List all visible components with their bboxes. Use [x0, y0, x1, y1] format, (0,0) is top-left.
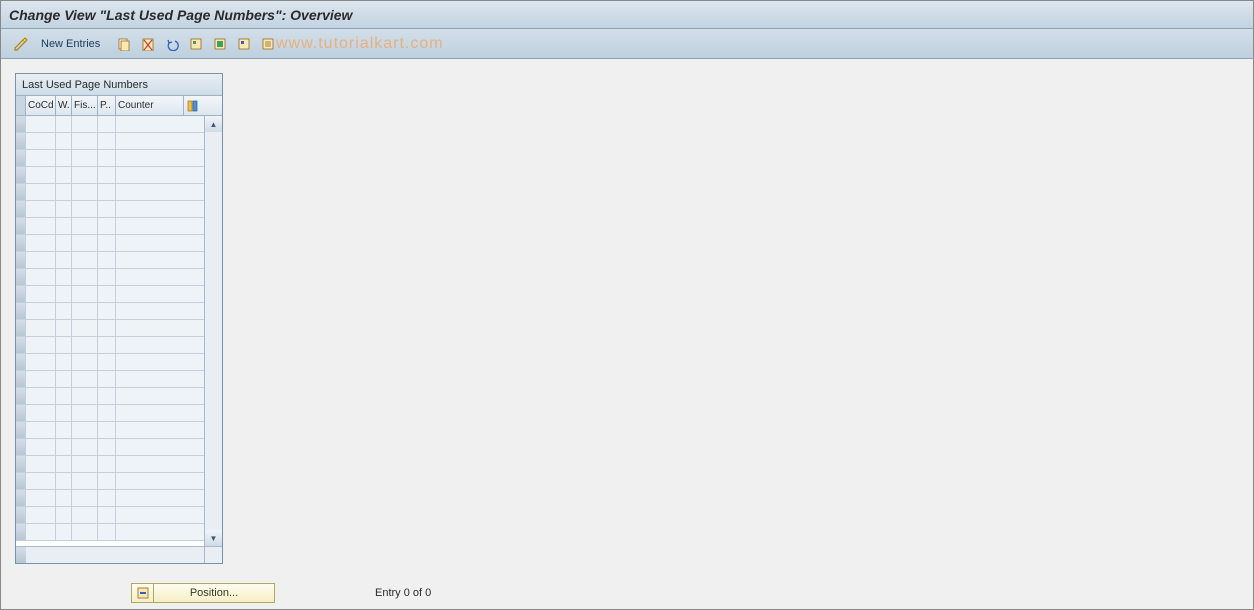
table-row[interactable] [16, 439, 204, 456]
delete-icon[interactable] [138, 34, 158, 54]
table-row[interactable] [16, 337, 204, 354]
table-panel: Last Used Page Numbers CoCd W. Fis... P.… [15, 73, 223, 564]
application-toolbar: New Entries www.tutorialkart.com [1, 29, 1253, 59]
entry-status: Entry 0 of 0 [375, 587, 431, 599]
table-row[interactable] [16, 388, 204, 405]
table-row[interactable] [16, 218, 204, 235]
column-header-p[interactable]: P.. [98, 96, 116, 115]
table-row[interactable] [16, 303, 204, 320]
table-header-row: CoCd W. Fis... P.. Counter [16, 96, 222, 116]
table-row[interactable] [16, 320, 204, 337]
table-row[interactable] [16, 252, 204, 269]
table-row[interactable] [16, 116, 204, 133]
select-block-icon[interactable] [210, 34, 230, 54]
scroll-down-icon[interactable]: ▼ [205, 530, 222, 546]
position-button[interactable]: Position... [131, 583, 275, 603]
vertical-scrollbar[interactable]: ▲ ▼ [204, 116, 222, 546]
column-header-fis[interactable]: Fis... [72, 96, 98, 115]
select-all-icon[interactable] [186, 34, 206, 54]
watermark-text: www.tutorialkart.com [276, 35, 444, 53]
table-row[interactable] [16, 133, 204, 150]
print-icon[interactable] [258, 34, 278, 54]
table-settings-icon[interactable] [184, 96, 202, 115]
page-title: Change View "Last Used Page Numbers": Ov… [9, 7, 352, 23]
table-body: ▲ ▼ [16, 116, 222, 546]
undo-icon[interactable] [162, 34, 182, 54]
table-row[interactable] [16, 507, 204, 524]
panel-header: Last Used Page Numbers [16, 74, 222, 96]
table-row[interactable] [16, 371, 204, 388]
deselect-all-icon[interactable] [234, 34, 254, 54]
column-header-cocd[interactable]: CoCd [26, 96, 56, 115]
title-bar: Change View "Last Used Page Numbers": Ov… [1, 1, 1253, 29]
column-header-counter[interactable]: Counter [116, 96, 184, 115]
content-area: Last Used Page Numbers CoCd W. Fis... P.… [1, 59, 1253, 578]
table-row[interactable] [16, 422, 204, 439]
table-row[interactable] [16, 524, 204, 541]
new-entries-button[interactable]: New Entries [35, 36, 106, 52]
table-rows [16, 116, 204, 546]
bottom-bar: Position... Entry 0 of 0 [131, 583, 431, 603]
table-row[interactable] [16, 184, 204, 201]
table-row[interactable] [16, 235, 204, 252]
select-all-column-header[interactable] [16, 96, 26, 115]
table-row[interactable] [16, 201, 204, 218]
table-row[interactable] [16, 150, 204, 167]
change-icon[interactable] [11, 34, 31, 54]
table-row[interactable] [16, 167, 204, 184]
table-row[interactable] [16, 490, 204, 507]
table-row[interactable] [16, 456, 204, 473]
column-header-w[interactable]: W. [56, 96, 72, 115]
copy-icon[interactable] [114, 34, 134, 54]
table-row[interactable] [16, 405, 204, 422]
horizontal-scrollbar[interactable] [16, 546, 222, 563]
table-row[interactable] [16, 473, 204, 490]
scroll-up-icon[interactable]: ▲ [205, 116, 222, 132]
table-row[interactable] [16, 286, 204, 303]
position-icon [132, 584, 154, 602]
table-row[interactable] [16, 269, 204, 286]
table-row[interactable] [16, 354, 204, 371]
position-label: Position... [154, 587, 274, 599]
